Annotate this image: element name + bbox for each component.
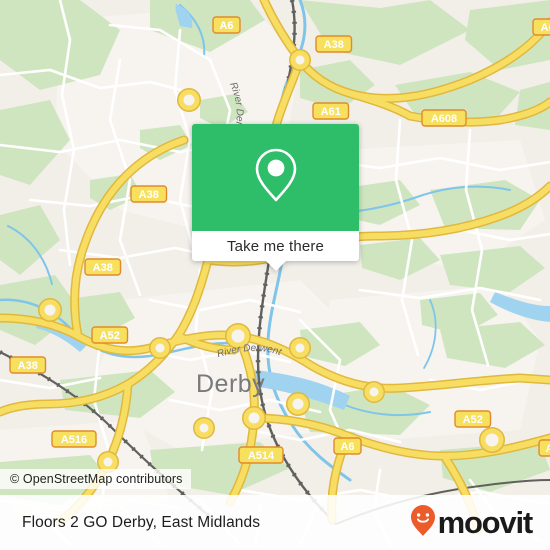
- road-shield-a608: A608: [421, 109, 467, 127]
- road-shield-a52: A52: [454, 410, 492, 428]
- svg-text:A52: A52: [463, 414, 483, 426]
- moovit-logo[interactable]: moovit: [410, 504, 534, 542]
- road-shield-a61: A61: [312, 102, 350, 120]
- svg-text:A6: A6: [340, 441, 354, 453]
- svg-text:A608: A608: [431, 113, 457, 125]
- svg-text:A514: A514: [248, 450, 275, 462]
- map-pin-icon: [254, 147, 298, 208]
- svg-text:A52: A52: [100, 330, 120, 342]
- callout-image-area: [192, 124, 359, 231]
- moovit-map-screenshot: River Der River Derwent Derby A6A38A60A6…: [0, 0, 550, 550]
- callout-tail: [264, 260, 287, 271]
- road-shield-a6: A6: [333, 437, 362, 455]
- place-title: Floors 2 GO Derby, East Midlands: [22, 513, 261, 531]
- road-shield-a514: A514: [238, 446, 284, 464]
- svg-text:A61: A61: [321, 106, 341, 118]
- bottom-bar: Floors 2 GO Derby, East Midlands moovit: [0, 495, 550, 550]
- svg-text:A38: A38: [93, 262, 113, 274]
- moovit-wordmark: moovit: [437, 505, 534, 540]
- svg-text:A60: A60: [541, 22, 550, 34]
- moovit-smiley-pin-icon: [410, 504, 436, 542]
- map-canvas[interactable]: River Der River Derwent Derby A6A38A60A6…: [0, 0, 550, 550]
- road-shield-a52: A52: [91, 326, 129, 344]
- road-shield-a38: A38: [84, 258, 122, 276]
- road-shield-a6: A6: [212, 16, 241, 34]
- road-shield-a516: A516: [51, 430, 97, 448]
- location-callout-card[interactable]: Take me there: [192, 124, 359, 271]
- road-shield-a60: A60: [532, 18, 550, 36]
- city-label: Derby: [196, 370, 265, 398]
- map-attribution[interactable]: © OpenStreetMap contributors: [0, 469, 191, 489]
- road-shield-a38: A38: [315, 35, 353, 53]
- svg-text:A6: A6: [219, 20, 233, 32]
- svg-text:A38: A38: [324, 39, 344, 51]
- svg-text:A38: A38: [139, 189, 159, 201]
- svg-text:A38: A38: [18, 360, 38, 372]
- road-shield-a5: A5: [538, 439, 550, 457]
- road-shield-a38: A38: [130, 185, 168, 203]
- svg-text:A516: A516: [61, 434, 87, 446]
- take-me-there-label: Take me there: [227, 237, 324, 255]
- road-shield-a38: A38: [9, 356, 47, 374]
- svg-text:A5: A5: [545, 443, 550, 455]
- callout-footer[interactable]: Take me there: [192, 231, 359, 271]
